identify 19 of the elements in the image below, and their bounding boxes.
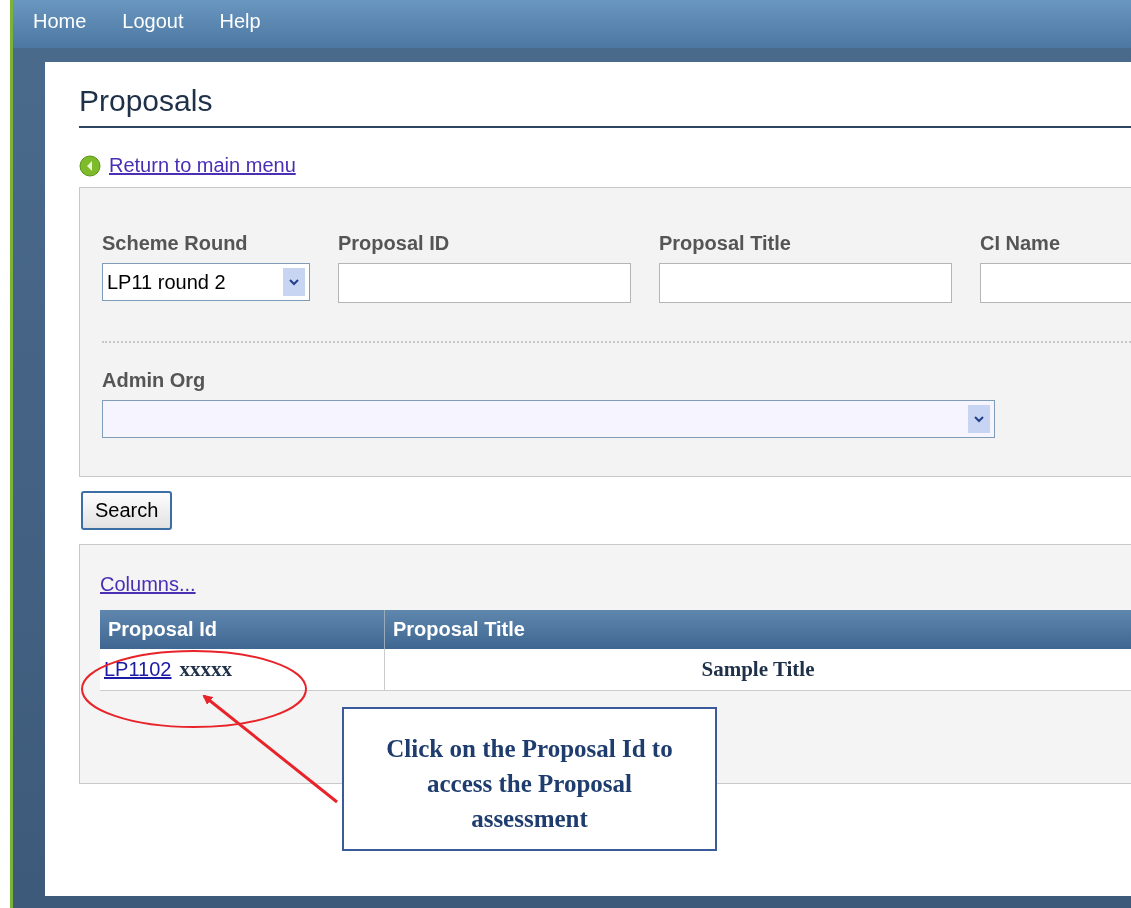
menu-item[interactable]: Logout xyxy=(122,10,184,48)
callout-note: Click on the Proposal Id to access the Proposal assessment xyxy=(342,707,717,851)
return-link[interactable]: Return to main menu xyxy=(109,154,296,177)
column-header[interactable]: Proposal Id xyxy=(100,610,385,649)
proposal-id-suffix: xxxxx xyxy=(179,657,232,681)
field-label: Scheme Round xyxy=(102,232,249,255)
menu-item[interactable]: Home xyxy=(33,10,87,48)
page-title: Proposals xyxy=(79,84,214,118)
field-label: Proposal Title xyxy=(659,232,792,255)
field-label: Proposal ID xyxy=(338,232,451,255)
search-button[interactable]: Search xyxy=(81,491,173,530)
field-label: CI Name xyxy=(980,232,1062,255)
scheme-round-dropdown[interactable]: LP11 round 2 xyxy=(102,263,310,301)
table-cell: Sample Title xyxy=(384,649,1131,691)
columns-link[interactable]: Columns... xyxy=(100,573,196,596)
column-header[interactable]: Proposal Title xyxy=(384,610,1131,649)
menu-item[interactable]: Help xyxy=(219,10,261,48)
proposal-id-link[interactable]: LP1102 xyxy=(104,658,172,680)
field-label: Admin Org xyxy=(102,369,207,392)
